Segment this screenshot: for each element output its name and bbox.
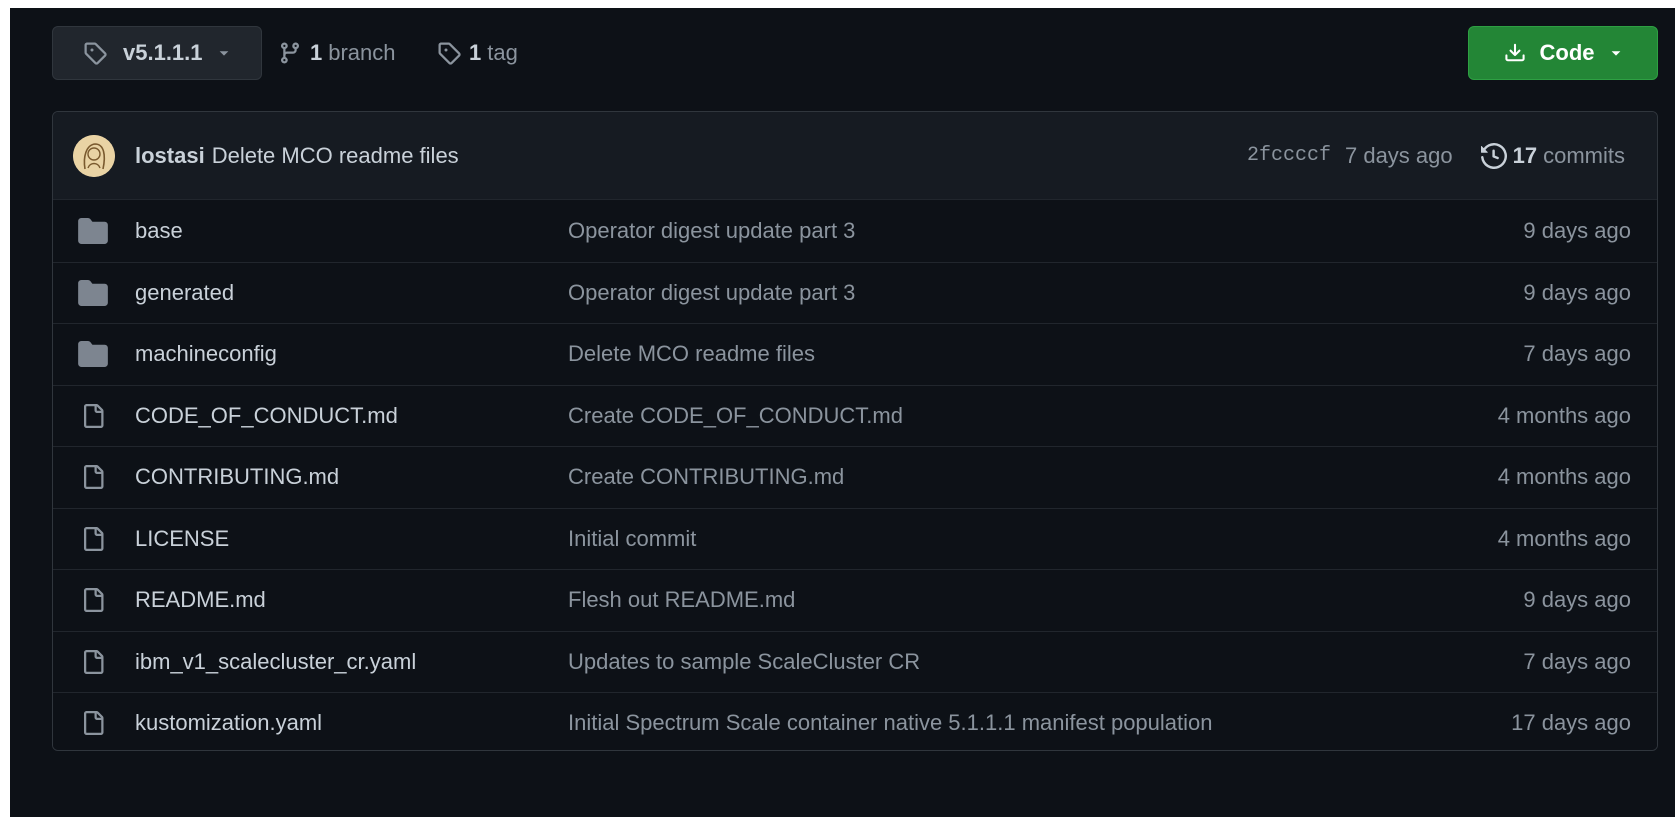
file-icon [77, 646, 109, 678]
file-list: lostasi Delete MCO readme files 2fccccf 7… [52, 111, 1658, 751]
folder-row[interactable]: base Operator digest update part 3 9 day… [53, 200, 1657, 262]
history-icon [1480, 142, 1507, 169]
caret-down-icon [217, 46, 231, 60]
file-commit-message[interactable]: Updates to sample ScaleCluster CR [568, 649, 920, 675]
file-row[interactable]: CODE_OF_CONDUCT.md Create CODE_OF_CONDUC… [53, 384, 1657, 446]
commit-sha[interactable]: 2fccccf [1247, 144, 1331, 167]
file-commit-age: 9 days ago [1523, 279, 1631, 305]
file-commit-age: 17 days ago [1511, 710, 1631, 736]
file-commit-message[interactable]: Delete MCO readme files [568, 341, 815, 367]
file-icon [77, 400, 109, 432]
folder-icon [77, 277, 109, 309]
file-commit-age: 4 months ago [1497, 525, 1631, 551]
tags-link[interactable]: 1 tag [437, 26, 518, 80]
commits-link[interactable]: 17 commits [1480, 142, 1625, 169]
tags-label: tag [487, 40, 518, 65]
tag-icon [437, 41, 461, 65]
commit-meta: 2fccccf 7 days ago 17 commits [1247, 142, 1625, 169]
download-icon [1504, 42, 1526, 64]
file-name[interactable]: ibm_v1_scalecluster_cr.yaml [135, 649, 416, 675]
commits-label: commits [1543, 142, 1625, 168]
file-name[interactable]: generated [135, 280, 234, 306]
file-name[interactable]: CONTRIBUTING.md [135, 464, 339, 490]
file-commit-message[interactable]: Initial commit [568, 526, 696, 552]
file-row[interactable]: ibm_v1_scalecluster_cr.yaml Updates to s… [53, 630, 1657, 692]
file-icon [77, 523, 109, 555]
latest-commit-bar: lostasi Delete MCO readme files 2fccccf 7… [53, 112, 1657, 200]
file-commit-age: 9 days ago [1523, 217, 1631, 243]
file-row[interactable]: CONTRIBUTING.md Create CONTRIBUTING.md 4… [53, 446, 1657, 508]
folder-icon [77, 215, 109, 247]
commit-age: 7 days ago [1344, 142, 1453, 168]
folder-row[interactable]: machineconfig Delete MCO readme files 7 … [53, 323, 1657, 385]
file-commit-message[interactable]: Operator digest update part 3 [568, 218, 855, 244]
file-name[interactable]: kustomization.yaml [135, 710, 322, 736]
git-branch-icon [278, 41, 302, 65]
file-name[interactable]: base [135, 218, 183, 244]
file-commit-message[interactable]: Operator digest update part 3 [568, 280, 855, 306]
file-row[interactable]: README.md Flesh out README.md 9 days ago [53, 569, 1657, 631]
commit-message[interactable]: Delete MCO readme files [212, 143, 459, 168]
commits-count: 17 [1512, 142, 1538, 168]
folder-icon [77, 338, 109, 370]
branches-link[interactable]: 1 branch [278, 26, 396, 80]
file-row[interactable]: LICENSE Initial commit 4 months ago [53, 507, 1657, 569]
file-rows: base Operator digest update part 3 9 day… [53, 200, 1657, 750]
file-commit-age: 4 months ago [1497, 464, 1631, 490]
file-row[interactable]: kustomization.yaml Initial Spectrum Scal… [53, 692, 1657, 750]
file-name[interactable]: README.md [135, 587, 266, 613]
commit-author[interactable]: lostasi [135, 143, 205, 168]
file-icon [77, 707, 109, 739]
branches-label: branch [328, 40, 396, 65]
file-commit-age: 7 days ago [1523, 341, 1631, 367]
file-commit-message[interactable]: Create CONTRIBUTING.md [568, 464, 844, 490]
file-icon [77, 461, 109, 493]
folder-row[interactable]: generated Operator digest update part 3 … [53, 261, 1657, 323]
file-commit-age: 4 months ago [1497, 402, 1631, 428]
avatar[interactable] [73, 135, 115, 177]
file-commit-age: 7 days ago [1523, 648, 1631, 674]
file-commit-message[interactable]: Flesh out README.md [568, 587, 795, 613]
branch-tag-selector[interactable]: v5.1.1.1 [52, 26, 262, 80]
tags-count: 1 [469, 40, 482, 65]
file-icon [77, 584, 109, 616]
file-name[interactable]: CODE_OF_CONDUCT.md [135, 403, 398, 429]
file-name[interactable]: machineconfig [135, 341, 277, 367]
repo-file-browser: v5.1.1.1 1 branch 1 tag Code lostasi Del… [10, 8, 1675, 817]
latest-commit-text: lostasi Delete MCO readme files [135, 143, 459, 169]
file-name[interactable]: LICENSE [135, 526, 229, 552]
file-commit-age: 9 days ago [1523, 587, 1631, 613]
branches-count: 1 [310, 40, 323, 65]
code-button-label: Code [1539, 40, 1595, 65]
file-commit-message[interactable]: Initial Spectrum Scale container native … [568, 710, 1213, 736]
caret-down-icon [1609, 46, 1623, 60]
repo-toolbar: v5.1.1.1 1 branch 1 tag Code [52, 26, 1658, 82]
tag-icon [83, 41, 107, 65]
code-button[interactable]: Code [1468, 26, 1658, 80]
file-commit-message[interactable]: Create CODE_OF_CONDUCT.md [568, 403, 903, 429]
branch-selector-label: v5.1.1.1 [123, 40, 203, 65]
